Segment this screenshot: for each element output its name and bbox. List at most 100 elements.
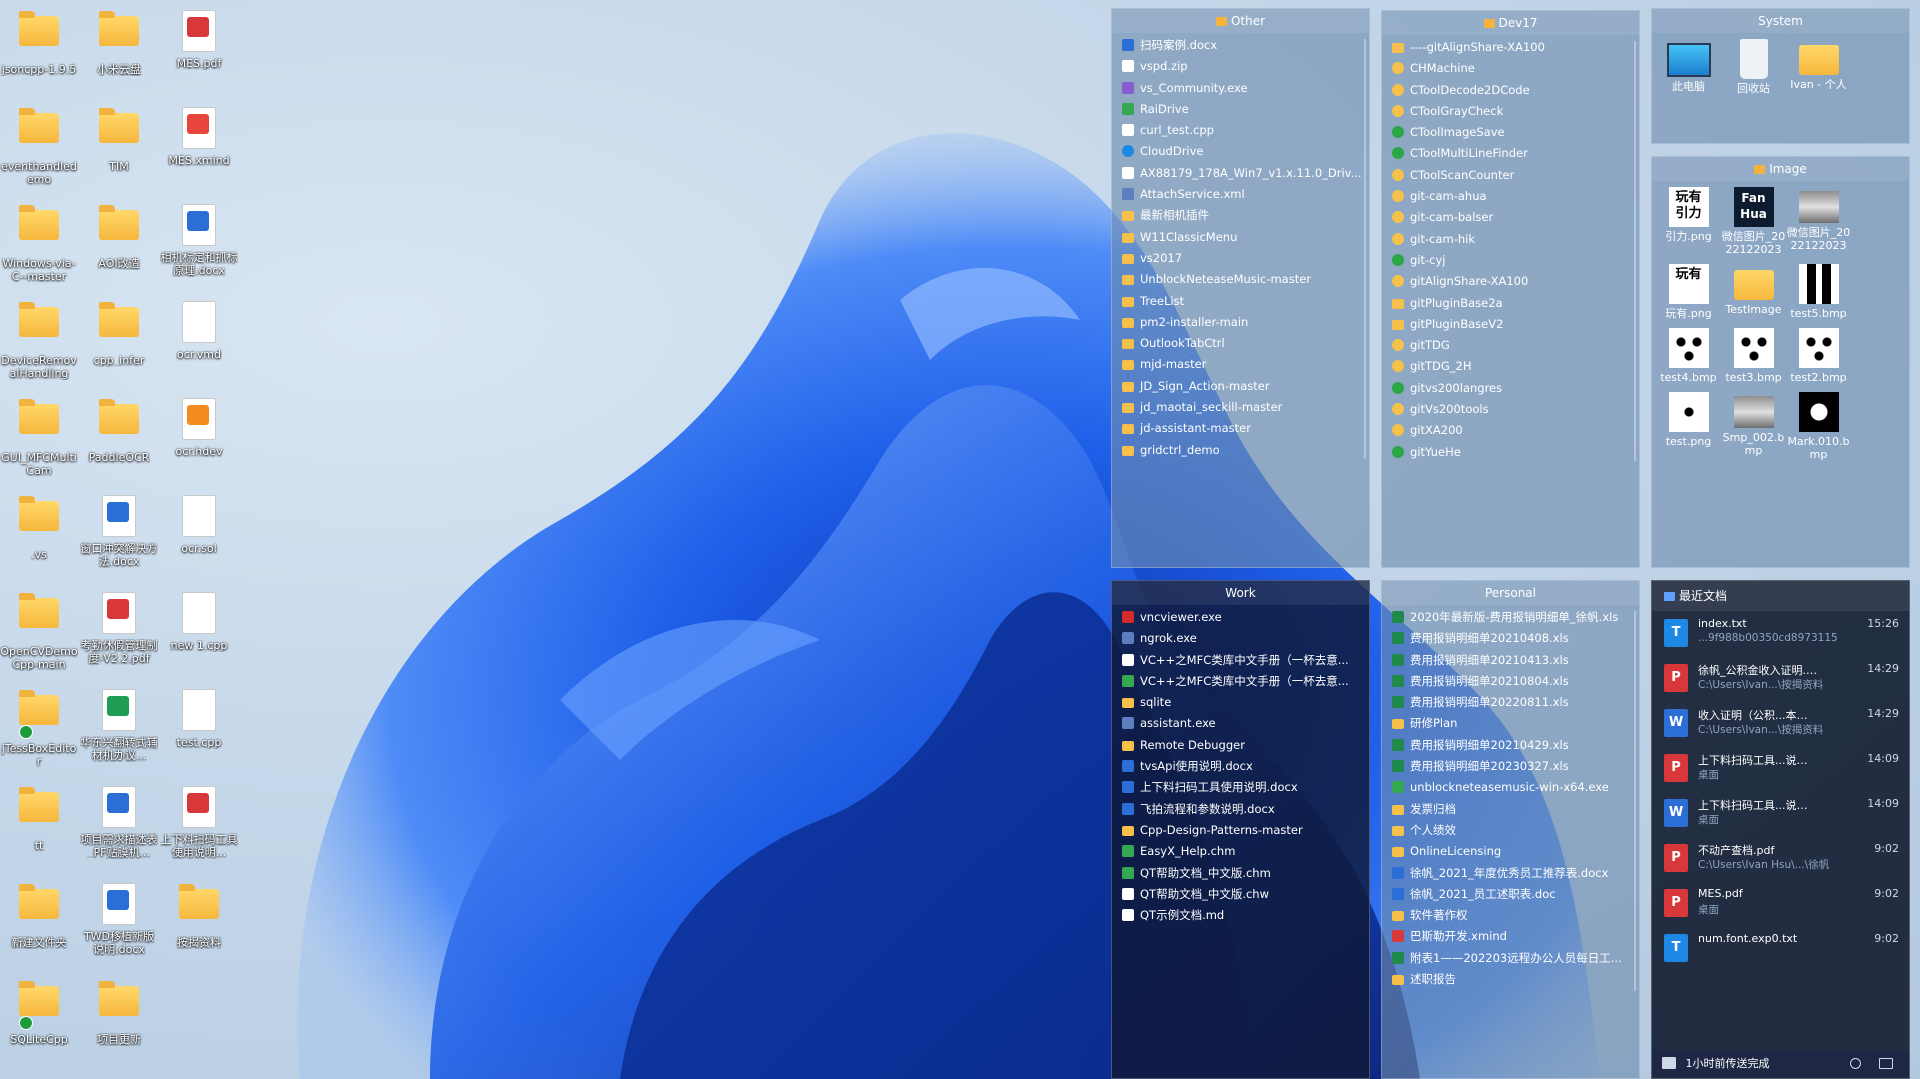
fence-item[interactable]: 扫码案例.docx (1112, 35, 1369, 56)
desktop-icon[interactable]: ocr.vmd (160, 299, 238, 361)
recent-doc-item[interactable]: P 不动产查档.pdf C:\Users\Ivan Hsu\...\徐帆 9:02 (1652, 836, 1909, 881)
desktop-icon[interactable]: GUI_MFCMultiCam (0, 396, 78, 477)
desktop-icon[interactable]: tt (0, 784, 78, 852)
fence-item[interactable]: 最新相机插件 (1112, 205, 1369, 226)
grid-item[interactable]: 微信图片_20221220230... (1786, 185, 1851, 256)
desktop-icon[interactable]: eventhandledemo (0, 105, 78, 186)
desktop-icon[interactable]: 小米云盘 (80, 8, 158, 76)
fence-dev17[interactable]: Dev17 ----gitAlignShare-XA100 CHMachine CT… (1381, 10, 1640, 568)
fence-item[interactable]: JD_Sign_Action-master (1112, 376, 1369, 397)
fence-item[interactable]: gitPluginBaseV2 (1382, 314, 1639, 335)
desktop-icon[interactable]: PaddleOCR (80, 396, 158, 464)
fence-item[interactable]: CHMachine (1382, 58, 1639, 79)
fence-item[interactable]: tvsApi使用说明.docx (1112, 756, 1369, 777)
grid-item[interactable]: TestImage (1721, 262, 1786, 320)
desktop-icon[interactable]: SQLiteCpp (0, 978, 78, 1046)
desktop-icon[interactable]: ocr.hdev (160, 396, 238, 458)
fence-item[interactable]: AX88179_178A_Win7_v1.x.11.0_Driv... (1112, 163, 1369, 184)
desktop-icon[interactable]: AOI改造 (80, 202, 158, 270)
fence-item[interactable]: VC++之MFC类库中文手册（一杯去意... (1112, 650, 1369, 671)
fence-item[interactable]: gitVs200tools (1382, 399, 1639, 420)
desktop-icon[interactable]: DeviceRemovalHandling (0, 299, 78, 380)
fence-item[interactable]: gitAlignShare-XA100 (1382, 271, 1639, 292)
recent-doc-item[interactable]: P 上下料扫码工具...说明.pdf 桌面 14:09 (1652, 746, 1909, 791)
recent-doc-item[interactable]: P MES.pdf 桌面 9:02 (1652, 881, 1909, 926)
fence-personal[interactable]: Personal 2020年最新版-费用报销明细单_徐帆.xls 费用报销明细单2… (1381, 580, 1640, 1079)
grid-item[interactable]: 玩有 引力 引力.png (1656, 185, 1721, 256)
fence-item[interactable]: 费用报销明细单20210429.xls (1382, 735, 1639, 756)
desktop-icon[interactable]: test.cpp (160, 687, 238, 749)
recent-doc-item[interactable]: P 徐帆_公积金收入证明.pdf C:\Users\Ivan...\按揭资料 14:2… (1652, 656, 1909, 701)
message-icon[interactable] (1879, 1058, 1893, 1069)
fence-item[interactable]: ----gitAlignShare-XA100 (1382, 37, 1639, 58)
grid-item[interactable]: Fan Hua 微信图片_20221220233... (1721, 185, 1786, 256)
fence-recent[interactable]: 最近文档 Tindex.txt ...9f988b00350cd8973115 15… (1651, 580, 1910, 1079)
recent-doc-item[interactable]: W 上下料扫码工具...说明.docx 桌面 14:09 (1652, 791, 1909, 836)
fence-item[interactable]: gitvs200langres (1382, 378, 1639, 399)
fence-item[interactable]: 费用报销明细单20230327.xls (1382, 756, 1639, 777)
fence-item[interactable]: 发票归档 (1382, 799, 1639, 820)
fence-item[interactable]: 附表1——202203远程办公人员每日工... (1382, 948, 1639, 969)
fence-item[interactable]: 上下料扫码工具使用说明.docx (1112, 777, 1369, 798)
fence-item[interactable]: QT示例文档.md (1112, 905, 1369, 926)
scrollbar[interactable] (1364, 39, 1366, 459)
fence-item[interactable]: W11ClassicMenu (1112, 227, 1369, 248)
fence-item[interactable]: mjd-master (1112, 354, 1369, 375)
desktop-icon[interactable]: jsoncpp-1.9.5 (0, 8, 78, 76)
desktop-icon[interactable]: MES.pdf (160, 8, 238, 70)
fence-item[interactable]: gitTDG_2H (1382, 356, 1639, 377)
grid-item[interactable]: 此电脑 (1656, 37, 1721, 95)
fence-item[interactable]: CloudDrive (1112, 141, 1369, 162)
fence-item[interactable]: CToolScanCounter (1382, 165, 1639, 186)
fence-item[interactable]: jd_maotai_seckill-master (1112, 397, 1369, 418)
desktop-icon[interactable]: cpp_infer (80, 299, 158, 367)
fence-item[interactable]: gitYueHe (1382, 442, 1639, 463)
fence-item[interactable]: 述职报告 (1382, 969, 1639, 990)
desktop-icon[interactable]: 窗口冲突解决方法.docx (80, 493, 158, 568)
fence-item[interactable]: 费用报销明细单20210413.xls (1382, 650, 1639, 671)
fence-item[interactable]: CToolImageSave (1382, 122, 1639, 143)
fence-item[interactable]: 2020年最新版-费用报销明细单_徐帆.xls (1382, 607, 1639, 628)
fence-item[interactable]: assistant.exe (1112, 713, 1369, 734)
fence-item[interactable]: sqlite (1112, 692, 1369, 713)
fence-item[interactable]: vncviewer.exe (1112, 607, 1369, 628)
grid-item[interactable]: test5.bmp (1786, 262, 1851, 320)
desktop-icon[interactable]: 项目需求描述表_PF贴膜机... (80, 784, 158, 859)
fence-image[interactable]: Image 玩有 引力引力.png Fan Hua 微信图片_20221220233… (1651, 156, 1910, 568)
fence-item[interactable]: 徐帆_2021_年度优秀员工推荐表.docx (1382, 863, 1639, 884)
grid-item[interactable]: 玩有 玩有.png (1656, 262, 1721, 320)
desktop-icon[interactable]: 华东兴翻转式辅材机办议... (80, 687, 158, 762)
fence-item[interactable]: 费用报销明细单20210408.xls (1382, 628, 1639, 649)
desktop-icon[interactable]: TIM (80, 105, 158, 173)
desktop-icon[interactable]: OpenCVDemoCpp-main (0, 590, 78, 671)
grid-item[interactable]: test.png (1656, 390, 1721, 461)
grid-item[interactable]: test3.bmp (1721, 326, 1786, 384)
fence-item[interactable]: 个人绩效 (1382, 820, 1639, 841)
fence-item[interactable]: gridctrl_demo (1112, 440, 1369, 461)
recent-doc-item[interactable]: W 收入证明（公积...本）.doc C:\Users\Ivan...\按揭资料 14… (1652, 701, 1909, 746)
fence-item[interactable]: vspd.zip (1112, 56, 1369, 77)
scrollbar[interactable] (1634, 41, 1636, 461)
fence-system[interactable]: System 此电脑 回收站 Ivan - 个人 (1651, 8, 1910, 144)
desktop-icon[interactable]: 考勤休假管理制度-V2.2.pdf (80, 590, 158, 665)
fence-item[interactable]: git-cyj (1382, 250, 1639, 271)
fence-item[interactable]: vs2017 (1112, 248, 1369, 269)
desktop-icon[interactable]: 项目更新 (80, 978, 158, 1046)
desktop-icon[interactable]: new 1.cpp (160, 590, 238, 652)
fence-item[interactable]: unblockneteasemusic-win-x64.exe (1382, 777, 1639, 798)
fence-item[interactable]: gitPluginBase2a (1382, 293, 1639, 314)
desktop-icon[interactable]: MES.xmind (160, 105, 238, 167)
desktop-icon[interactable]: 新建文件夹 (0, 881, 78, 949)
fence-item[interactable]: 研修Plan (1382, 713, 1639, 734)
fence-item[interactable]: pm2-installer-main (1112, 312, 1369, 333)
desktop-icon[interactable]: TWD移植新版说明.docx (80, 881, 158, 956)
fence-item[interactable]: 软件著作权 (1382, 905, 1639, 926)
desktop-icon[interactable]: 上下料扫码工具使用说明... (160, 784, 238, 859)
fence-item[interactable]: VC++之MFC类库中文手册（一杯去意... (1112, 671, 1369, 692)
grid-item[interactable]: Smp_002.bmp (1721, 390, 1786, 461)
fence-item[interactable]: vs_Community.exe (1112, 78, 1369, 99)
grid-item[interactable]: 回收站 (1721, 37, 1786, 95)
desktop-icon[interactable]: 相机标定和抓标原理.docx (160, 202, 238, 277)
fence-item[interactable]: gitXA200 (1382, 420, 1639, 441)
fence-item[interactable]: jd-assistant-master (1112, 418, 1369, 439)
